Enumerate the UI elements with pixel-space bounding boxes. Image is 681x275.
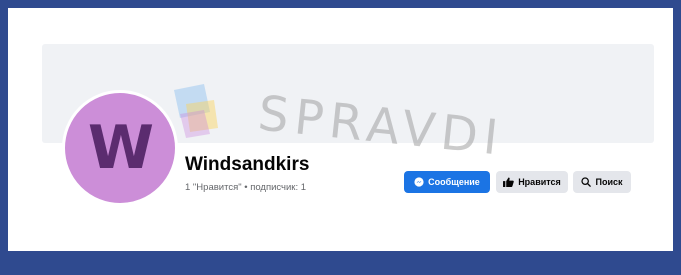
search-button[interactable]: Поиск [573, 171, 631, 193]
search-button-label: Поиск [595, 177, 623, 187]
avatar[interactable]: W [62, 90, 178, 206]
message-button[interactable]: Сообщение [404, 171, 490, 193]
messenger-icon [414, 177, 424, 187]
thumbs-up-icon [503, 177, 514, 187]
page-stats[interactable]: 1 "Нравится" • подписчик: 1 [185, 182, 306, 193]
message-button-label: Сообщение [428, 177, 480, 187]
bottom-band [0, 253, 681, 275]
avatar-letter: W [87, 113, 154, 183]
like-button[interactable]: Нравится [496, 171, 568, 193]
search-icon [581, 177, 592, 187]
like-button-label: Нравится [518, 177, 561, 187]
page-title[interactable]: Windsandkirs [185, 154, 309, 176]
